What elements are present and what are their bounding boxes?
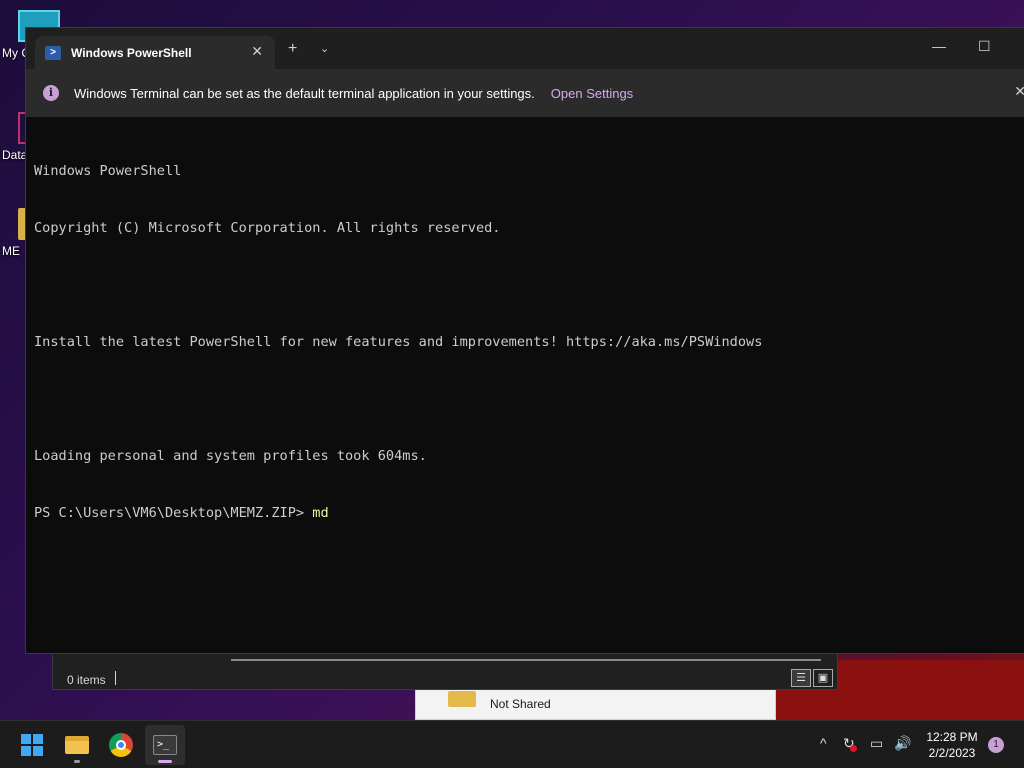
large-icons-view-button[interactable]: ▣ bbox=[813, 669, 833, 687]
console-line: Copyright (C) Microsoft Corporation. All… bbox=[34, 220, 501, 236]
default-terminal-infobar: i Windows Terminal can be set as the def… bbox=[26, 69, 1024, 117]
close-tab-button[interactable]: ✕ bbox=[251, 43, 263, 60]
clock-time: 12:28 PM bbox=[926, 730, 978, 744]
clock[interactable]: 12:28 PM 2/2/2023 bbox=[924, 729, 980, 761]
taskbar-file-explorer[interactable] bbox=[57, 725, 97, 765]
taskbar-chrome[interactable] bbox=[101, 725, 141, 765]
status-separator bbox=[115, 671, 116, 685]
tab-title: Windows PowerShell bbox=[71, 45, 192, 60]
minimize-button[interactable]: — bbox=[932, 38, 946, 54]
open-settings-link[interactable]: Open Settings bbox=[551, 86, 633, 101]
share-status: Not Shared bbox=[490, 697, 551, 711]
console-line: Install the latest PowerShell for new fe… bbox=[34, 334, 763, 350]
info-icon: i bbox=[43, 85, 59, 101]
explorer-status-bar: 0 items ☰ ▣ bbox=[52, 652, 838, 690]
terminal-icon: >_ bbox=[153, 735, 177, 755]
running-indicator bbox=[74, 760, 80, 763]
prompt: PS C:\Users\VM6\Desktop\MEMZ.ZIP> bbox=[34, 505, 313, 521]
start-button[interactable] bbox=[12, 725, 52, 765]
alert-dot bbox=[849, 745, 857, 752]
new-tab-button[interactable]: + bbox=[288, 40, 297, 58]
active-indicator bbox=[158, 760, 172, 763]
network-icon[interactable]: ▭ bbox=[870, 735, 883, 752]
folder-icon bbox=[65, 736, 89, 754]
maximize-button[interactable]: ☐ bbox=[978, 38, 991, 55]
prompt-line[interactable]: PS C:\Users\VM6\Desktop\MEMZ.ZIP> md bbox=[34, 504, 1024, 523]
chrome-icon bbox=[109, 733, 133, 757]
console-line: Windows PowerShell bbox=[34, 163, 182, 179]
windows-logo-icon bbox=[21, 734, 43, 756]
close-infobar-button[interactable]: ✕ bbox=[1014, 83, 1024, 100]
taskbar: >_ ^ ↻ ▭ 🔊 12:28 PM 2/2/2023 1 bbox=[0, 720, 1024, 768]
notification-badge[interactable]: 1 bbox=[988, 737, 1004, 753]
folder-icon bbox=[448, 691, 476, 707]
console-output[interactable]: Windows PowerShell Copyright (C) Microso… bbox=[34, 124, 1024, 561]
tab-windows-powershell[interactable]: > Windows PowerShell ✕ bbox=[35, 36, 275, 69]
volume-icon[interactable]: 🔊 bbox=[894, 735, 911, 752]
details-view-button[interactable]: ☰ bbox=[791, 669, 811, 687]
title-bar[interactable]: > Windows PowerShell ✕ + ⌄ — ☐ bbox=[26, 28, 1024, 69]
console-line: Loading personal and system profiles too… bbox=[34, 448, 427, 464]
horizontal-scrollbar[interactable] bbox=[231, 659, 821, 661]
taskbar-terminal[interactable]: >_ bbox=[145, 725, 185, 765]
clock-date: 2/2/2023 bbox=[928, 746, 976, 760]
powershell-icon: > bbox=[45, 45, 61, 60]
terminal-window: > Windows PowerShell ✕ + ⌄ — ☐ i Windows… bbox=[25, 27, 1024, 654]
chevron-down-icon[interactable]: ⌄ bbox=[320, 42, 329, 55]
typed-command: md bbox=[312, 505, 329, 521]
show-hidden-icons-button[interactable]: ^ bbox=[820, 735, 827, 751]
infobar-message: Windows Terminal can be set as the defau… bbox=[74, 85, 535, 101]
item-count: 0 items bbox=[67, 673, 106, 687]
sync-icon[interactable]: ↻ bbox=[843, 735, 857, 752]
